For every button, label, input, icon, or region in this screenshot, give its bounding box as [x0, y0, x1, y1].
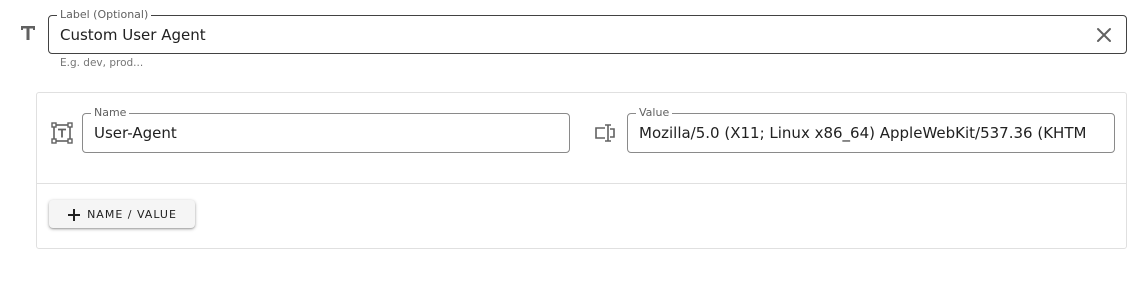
plus-icon: [67, 207, 81, 221]
header-value-value[interactable]: Mozilla/5.0 (X11; Linux x86_64) AppleWeb…: [639, 114, 1103, 152]
text-box-outline-icon: [51, 122, 73, 144]
custom-header-form: Label (Optional) Custom User Agent E.g. …: [0, 0, 1143, 285]
header-value-field[interactable]: Value Mozilla/5.0 (X11; Linux x86_64) Ap…: [627, 106, 1115, 153]
label-field-value[interactable]: Custom User Agent: [60, 16, 206, 53]
label-field-helper: E.g. dev, prod...: [60, 57, 144, 69]
header-name-value[interactable]: User-Agent: [94, 114, 177, 152]
add-name-value-label: NAME / VALUE: [87, 207, 177, 221]
close-icon[interactable]: [1096, 27, 1112, 43]
add-name-value-button[interactable]: NAME / VALUE: [49, 200, 195, 228]
header-name-field[interactable]: Name User-Agent: [82, 106, 570, 153]
label-field[interactable]: Label (Optional) Custom User Agent: [48, 8, 1127, 54]
text-format-icon: [18, 22, 38, 44]
form-textbox-icon: [594, 122, 616, 144]
header-card: Name User-Agent Value Mozilla/5.0 (X11; …: [36, 92, 1127, 249]
card-divider: [37, 183, 1126, 184]
